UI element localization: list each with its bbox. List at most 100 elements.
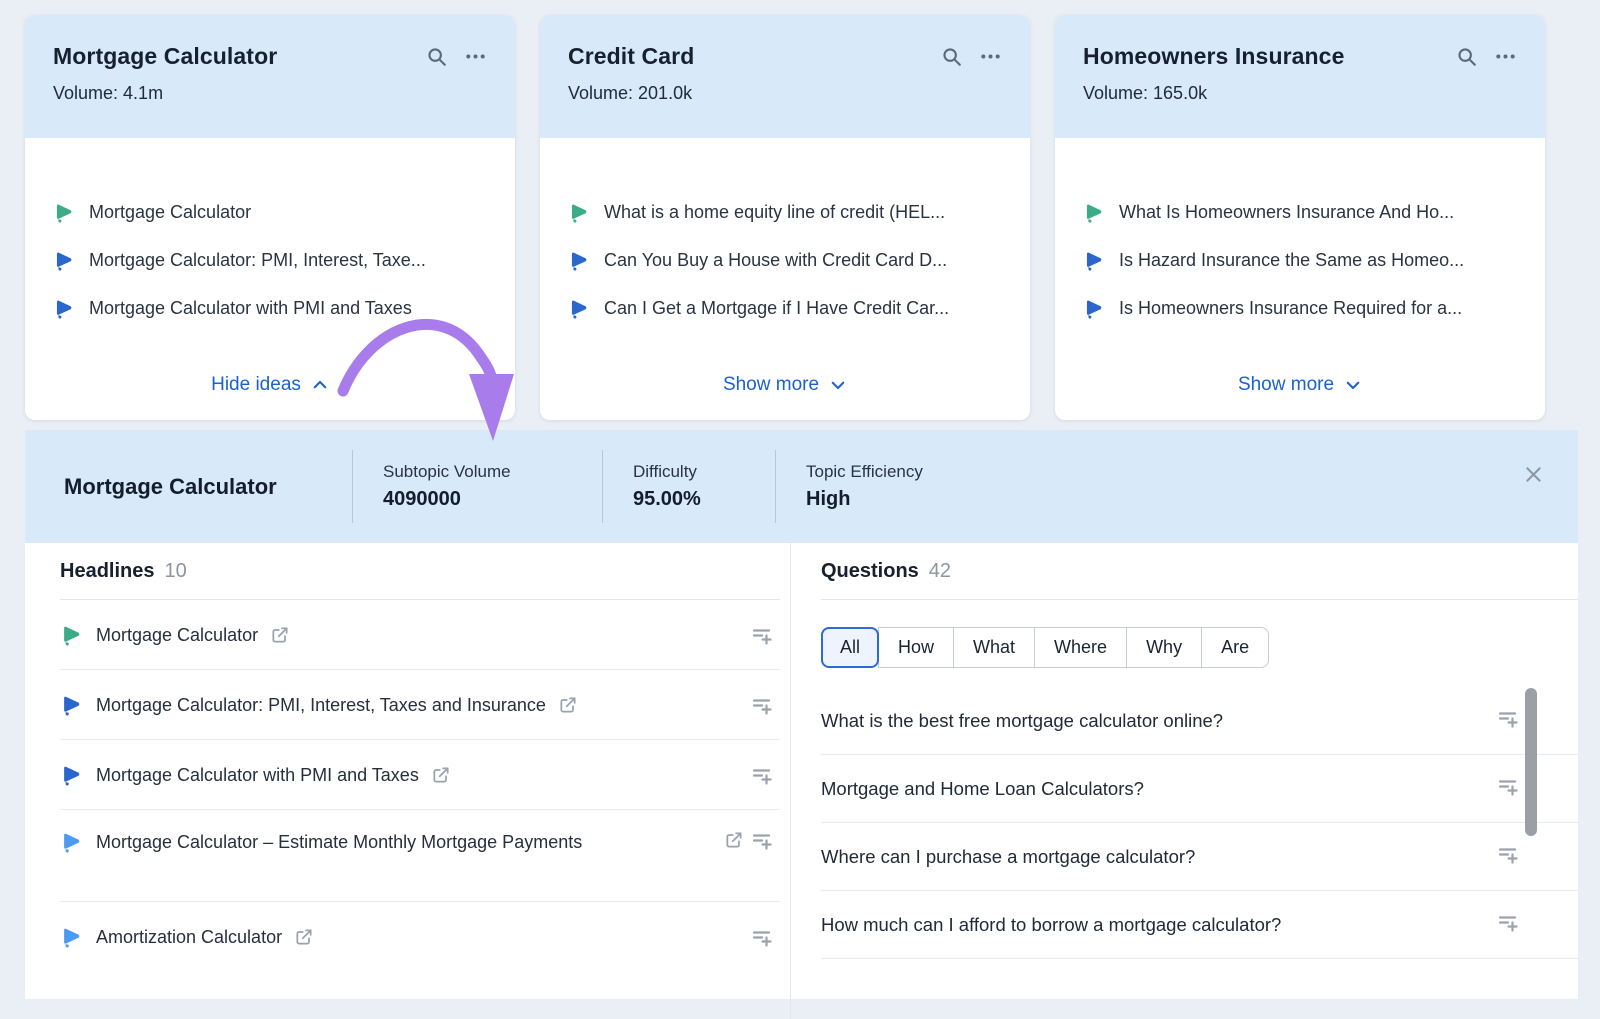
external-link-icon[interactable] <box>431 765 451 785</box>
chevron-up-icon <box>311 376 329 394</box>
external-link-icon[interactable] <box>270 625 290 645</box>
headlines-title: Headlines <box>60 560 154 583</box>
add-to-list-icon[interactable] <box>750 763 774 787</box>
headlines-section: Headlines 10 Mortgage Calculator Mortgag… <box>25 543 790 999</box>
idea-text: Can You Buy a House with Credit Card D..… <box>604 250 947 271</box>
filter-what[interactable]: What <box>953 627 1035 668</box>
search-icon[interactable] <box>941 46 963 68</box>
list-item[interactable]: What is a home equity line of credit (HE… <box>568 198 1002 226</box>
scrollbar[interactable] <box>1525 688 1537 836</box>
question-row[interactable]: What is the best free mortgage calculato… <box>821 687 1578 755</box>
headline-text: Mortgage Calculator – Estimate Monthly M… <box>96 828 582 856</box>
idea-text: Mortgage Calculator with PMI and Taxes <box>89 298 412 319</box>
megaphone-icon <box>53 250 74 271</box>
idea-text: What Is Homeowners Insurance And Ho... <box>1119 202 1454 223</box>
subtopic-title: Mortgage Calculator <box>64 474 277 500</box>
add-to-list-icon[interactable] <box>750 693 774 717</box>
topic-card-homeowners-insurance: Homeowners Insurance Volume: 165.0k What… <box>1055 15 1545 420</box>
questions-section: Questions 42 All How What Where Why Are … <box>791 543 1578 999</box>
metric-label: Topic Efficiency <box>806 462 1195 482</box>
headline-link[interactable]: Amortization Calculator <box>96 923 314 951</box>
add-to-list-icon[interactable] <box>750 828 774 852</box>
chevron-down-icon <box>1344 376 1362 394</box>
metric-difficulty: Difficulty 95.00% <box>602 450 775 523</box>
headline-text: Mortgage Calculator: PMI, Interest, Taxe… <box>96 691 546 719</box>
add-to-list-icon[interactable] <box>1496 842 1520 866</box>
card-volume: Volume: 201.0k <box>568 83 1002 104</box>
question-row[interactable]: Mortgage and Home Loan Calculators? <box>821 755 1578 823</box>
footer-label: Hide ideas <box>211 374 301 396</box>
question-text: Where can I purchase a mortgage calculat… <box>821 846 1195 868</box>
search-icon[interactable] <box>1456 46 1478 68</box>
external-link-icon[interactable] <box>558 695 578 715</box>
list-item[interactable]: Is Hazard Insurance the Same as Homeo... <box>1083 246 1517 274</box>
questions-count: 42 <box>929 560 951 583</box>
megaphone-icon <box>568 250 589 271</box>
idea-text: Is Hazard Insurance the Same as Homeo... <box>1119 250 1464 271</box>
hide-ideas-link[interactable]: Hide ideas <box>25 374 515 396</box>
filter-all[interactable]: All <box>821 627 879 668</box>
idea-text: Mortgage Calculator <box>89 202 251 223</box>
card-title: Credit Card <box>568 43 694 70</box>
megaphone-icon <box>1083 298 1104 319</box>
card-header: Mortgage Calculator Volume: 4.1m <box>25 15 515 138</box>
questions-title: Questions <box>821 560 919 583</box>
headline-link[interactable]: Mortgage Calculator with PMI and Taxes <box>96 761 451 789</box>
metric-value: 95.00% <box>633 488 775 511</box>
more-options-icon[interactable] <box>464 45 487 68</box>
megaphone-icon <box>60 694 82 716</box>
filter-how[interactable]: How <box>878 627 954 668</box>
headlines-count: 10 <box>164 560 186 583</box>
headline-link[interactable]: Mortgage Calculator – Estimate Monthly M… <box>96 828 582 856</box>
show-more-link[interactable]: Show more <box>1055 374 1545 396</box>
filter-why[interactable]: Why <box>1126 627 1202 668</box>
add-to-list-icon[interactable] <box>1496 774 1520 798</box>
list-item[interactable]: Can You Buy a House with Credit Card D..… <box>568 246 1002 274</box>
filter-where[interactable]: Where <box>1034 627 1127 668</box>
metric-label: Difficulty <box>633 462 775 482</box>
idea-text: What is a home equity line of credit (HE… <box>604 202 945 223</box>
filter-are[interactable]: Are <box>1201 627 1269 668</box>
metric-value: 4090000 <box>383 488 602 511</box>
show-more-link[interactable]: Show more <box>540 374 1030 396</box>
card-title: Mortgage Calculator <box>53 43 277 70</box>
idea-text: Can I Get a Mortgage if I Have Credit Ca… <box>604 298 949 319</box>
headline-row: Mortgage Calculator: PMI, Interest, Taxe… <box>60 670 780 740</box>
more-options-icon[interactable] <box>1494 45 1517 68</box>
add-to-list-icon[interactable] <box>1496 910 1520 934</box>
headline-link[interactable]: Mortgage Calculator: PMI, Interest, Taxe… <box>96 691 578 719</box>
search-icon[interactable] <box>426 46 448 68</box>
question-row[interactable]: How much can I afford to borrow a mortga… <box>821 891 1578 959</box>
list-item[interactable]: What Is Homeowners Insurance And Ho... <box>1083 198 1517 226</box>
chevron-down-icon <box>829 376 847 394</box>
subtopic-summary-bar: Mortgage Calculator Subtopic Volume 4090… <box>25 430 1578 543</box>
question-filters: All How What Where Why Are <box>821 627 1269 668</box>
megaphone-icon <box>60 926 82 948</box>
list-item[interactable]: Can I Get a Mortgage if I Have Credit Ca… <box>568 294 1002 322</box>
external-link-icon[interactable] <box>294 927 314 947</box>
headline-text: Mortgage Calculator with PMI and Taxes <box>96 761 419 789</box>
question-text: Mortgage and Home Loan Calculators? <box>821 778 1144 800</box>
idea-text: Mortgage Calculator: PMI, Interest, Taxe… <box>89 250 426 271</box>
list-item[interactable]: Mortgage Calculator <box>53 198 487 226</box>
question-text: How much can I afford to borrow a mortga… <box>821 914 1281 936</box>
footer-label: Show more <box>1238 374 1334 396</box>
headline-text: Mortgage Calculator <box>96 621 258 649</box>
topic-card-credit-card: Credit Card Volume: 201.0k What is a hom… <box>540 15 1030 420</box>
list-item[interactable]: Is Homeowners Insurance Required for a..… <box>1083 294 1517 322</box>
megaphone-icon <box>60 764 82 786</box>
question-row[interactable]: Where can I purchase a mortgage calculat… <box>821 823 1578 891</box>
metric-label: Subtopic Volume <box>383 462 602 482</box>
headline-link[interactable]: Mortgage Calculator <box>96 621 290 649</box>
add-to-list-icon[interactable] <box>1496 706 1520 730</box>
metric-topic-efficiency: Topic Efficiency High <box>775 450 1195 523</box>
idea-text: Is Homeowners Insurance Required for a..… <box>1119 298 1462 319</box>
card-header: Credit Card Volume: 201.0k <box>540 15 1030 138</box>
add-to-list-icon[interactable] <box>750 623 774 647</box>
close-icon[interactable] <box>1523 464 1544 488</box>
list-item[interactable]: Mortgage Calculator: PMI, Interest, Taxe… <box>53 246 487 274</box>
list-item[interactable]: Mortgage Calculator with PMI and Taxes <box>53 294 487 322</box>
more-options-icon[interactable] <box>979 45 1002 68</box>
add-to-list-icon[interactable] <box>750 925 774 949</box>
external-link-icon[interactable] <box>724 830 744 850</box>
